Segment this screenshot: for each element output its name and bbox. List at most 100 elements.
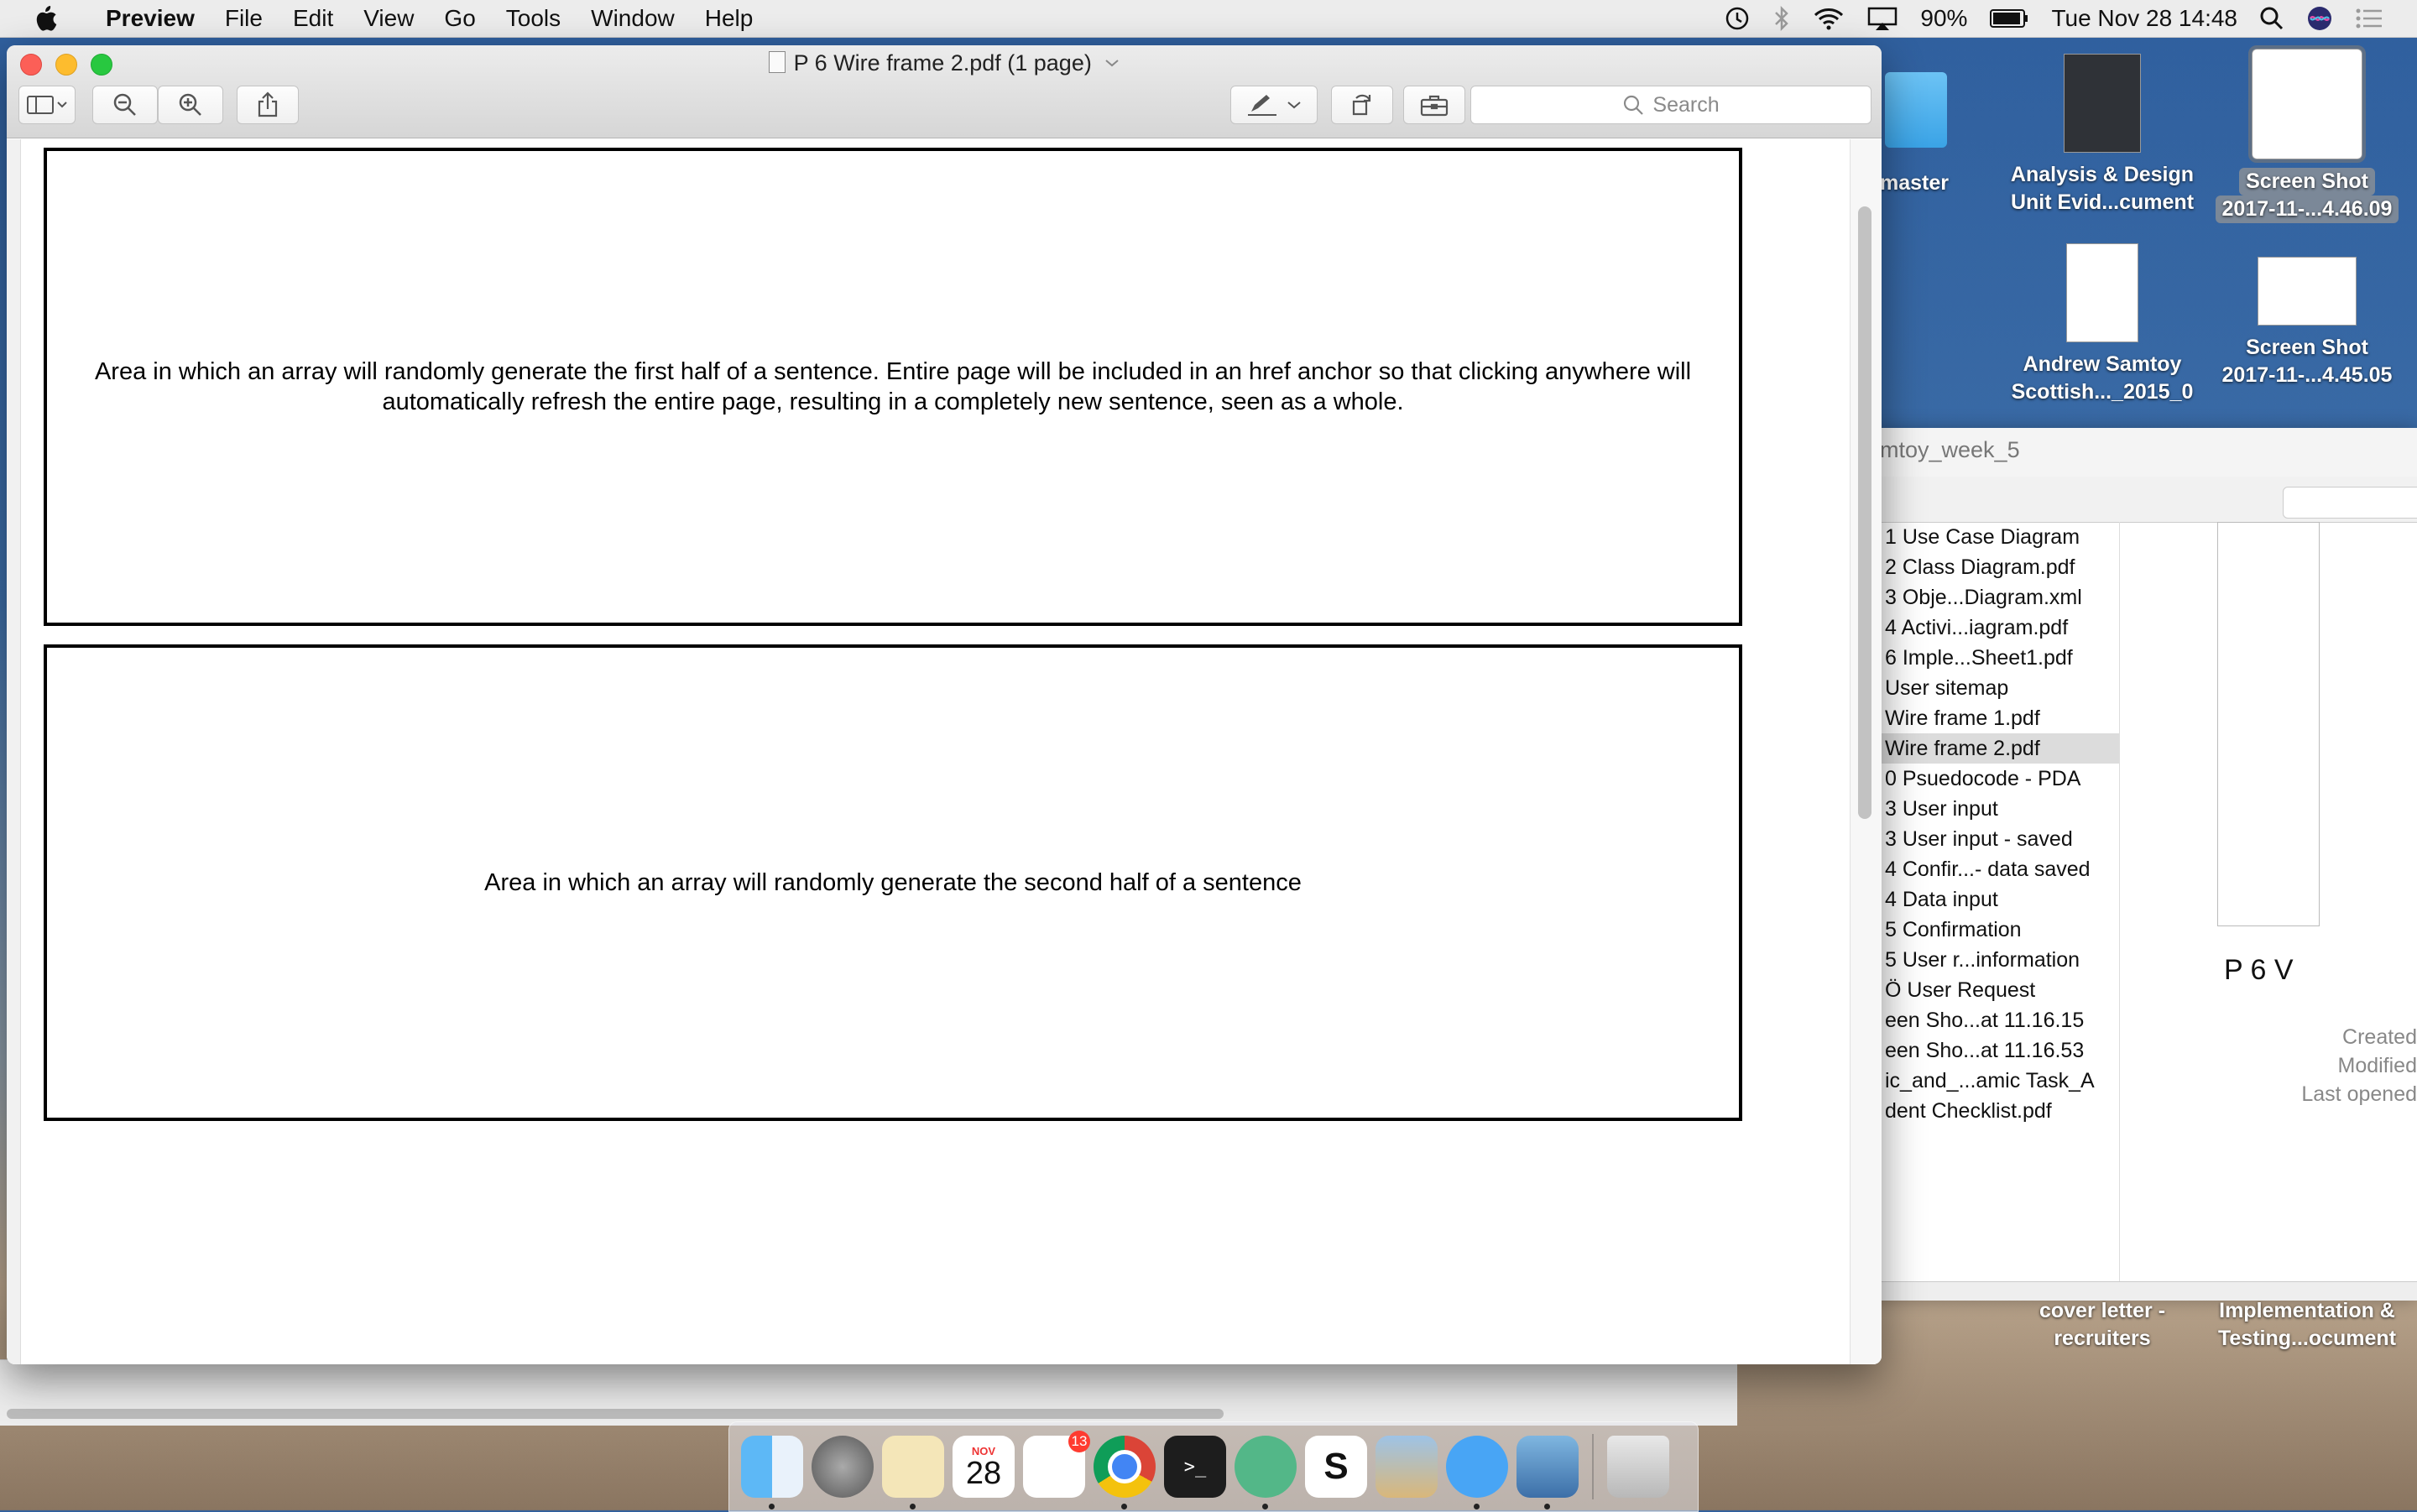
- trash-icon[interactable]: [1607, 1436, 1669, 1498]
- finder-file-row[interactable]: 4 Activi...iagram.pdf: [1846, 613, 2119, 643]
- finder-file-row[interactable]: 3 User input: [1846, 794, 2119, 824]
- terminal-icon[interactable]: >_: [1164, 1436, 1226, 1498]
- menu-go[interactable]: Go: [429, 5, 490, 32]
- document-view[interactable]: Area in which an array will randomly gen…: [7, 139, 1882, 1364]
- wireframe-box-top-text: Area in which an array will randomly gen…: [94, 358, 1692, 415]
- desktop-item-label: Unit Evid...cument: [2010, 190, 2195, 214]
- preview-app-icon[interactable]: [1516, 1436, 1579, 1509]
- finder-file-row[interactable]: 5 User r...information: [1846, 945, 2119, 975]
- finder-file-row[interactable]: Wire frame 1.pdf: [1846, 703, 2119, 733]
- finder-file-row[interactable]: 0 Psuedocode - PDA: [1846, 764, 2119, 794]
- desktop-item-andrew-samtoy[interactable]: Andrew Samtoy Scottish..._2015_0: [1997, 243, 2207, 406]
- markup-button[interactable]: [1230, 86, 1318, 124]
- finder-file-row[interactable]: 1 Use Case Diagram: [1846, 522, 2119, 552]
- chrome-icon[interactable]: [1094, 1436, 1156, 1509]
- messages-icon[interactable]: [1446, 1436, 1508, 1509]
- notification-center-icon[interactable]: [2355, 6, 2383, 31]
- finder-file-row[interactable]: 6 Imple...Sheet1.pdf: [1846, 643, 2119, 673]
- menu-file[interactable]: File: [210, 5, 278, 32]
- wifi-icon[interactable]: [1813, 6, 1845, 31]
- desktop-item-cover-letter[interactable]: cover letter - recruiters: [1997, 1297, 2207, 1353]
- finder-search-field[interactable]: [2283, 487, 2417, 519]
- chevron-down-icon: [1105, 60, 1119, 67]
- sidebar-icon: [27, 96, 67, 114]
- finder-file-row[interactable]: Wire frame 2.pdf: [1846, 733, 2119, 764]
- meta-modified: Modified: [2337, 1054, 2417, 1077]
- menu-view[interactable]: View: [348, 5, 429, 32]
- vertical-scrollbar-thumb[interactable]: [1858, 206, 1871, 819]
- horizontal-scrollbar[interactable]: [7, 1409, 1224, 1419]
- window-title[interactable]: P 6 Wire frame 2.pdf (1 page): [7, 50, 1882, 76]
- pages-icon[interactable]: [882, 1436, 944, 1509]
- spotlight-icon[interactable]: [2259, 6, 2284, 31]
- window-titlebar: P 6 Wire frame 2.pdf (1 page) Search: [7, 45, 1882, 138]
- search-placeholder: Search: [1652, 92, 1720, 117]
- desktop-item-label: Testing...ocument: [2217, 1327, 2397, 1350]
- search-icon: [1624, 95, 1644, 115]
- desktop-item-implementation[interactable]: Implementation & Testing...ocument: [2202, 1297, 2412, 1353]
- siri-icon[interactable]: [2306, 5, 2333, 32]
- app-menu-preview[interactable]: Preview: [91, 5, 210, 32]
- finder-file-row[interactable]: 2 Class Diagram.pdf: [1846, 552, 2119, 582]
- desktop-item-analysis-design[interactable]: Analysis & Design Unit Evid...cument: [1997, 54, 2207, 216]
- toolbox-button[interactable]: [1403, 86, 1465, 124]
- desktop-item-label: recruiters: [2054, 1327, 2151, 1350]
- desktop-item-master[interactable]: master: [1880, 169, 1955, 197]
- preview-window[interactable]: P 6 Wire frame 2.pdf (1 page) Search Are…: [7, 45, 1882, 1364]
- atom-icon[interactable]: [1235, 1436, 1297, 1509]
- menu-window[interactable]: Window: [576, 5, 690, 32]
- finder-toolbar: [1846, 477, 2417, 523]
- screenshot-thumbnail: [2248, 45, 2366, 163]
- calendar-icon[interactable]: NOV 28: [953, 1436, 1015, 1498]
- zoom-in-icon: [179, 93, 201, 116]
- finder-file-row[interactable]: ic_and_...amic Task_A: [1846, 1066, 2119, 1096]
- desktop-item-label: Analysis & Design: [2010, 163, 2195, 186]
- desktop-item-label: cover letter -: [2039, 1299, 2166, 1322]
- share-button[interactable]: [237, 86, 299, 124]
- sidebar-toggle-button[interactable]: [18, 86, 76, 124]
- pen-icon: [1248, 95, 1276, 116]
- left-border: [7, 139, 21, 1364]
- slack-icon[interactable]: S: [1305, 1436, 1367, 1498]
- finder-file-row[interactable]: User sitemap: [1846, 673, 2119, 703]
- search-field[interactable]: Search: [1470, 86, 1871, 124]
- desktop-item-screenshot-44505[interactable]: Screen Shot 2017-11-...4.45.05: [2202, 257, 2412, 389]
- battery-icon[interactable]: [1989, 8, 2029, 29]
- finder-icon[interactable]: [741, 1436, 803, 1509]
- finder-file-row[interactable]: een Sho...at 11.16.15: [1846, 1005, 2119, 1035]
- menu-tools[interactable]: Tools: [491, 5, 576, 32]
- finder-window-title: mtoy_week_5: [1846, 428, 2417, 477]
- finder-file-row[interactable]: 3 Obje...Diagram.xml: [1846, 582, 2119, 613]
- desktop-item-screenshot-44609[interactable]: Screen Shot 2017-11-...4.46.09: [2202, 45, 2412, 223]
- desktop-item-label: 2017-11-...4.45.05: [2221, 363, 2393, 387]
- desktop-folder-icon[interactable]: [1885, 72, 1947, 148]
- calendar-day: 28: [965, 1455, 1002, 1491]
- desktop-item-label: Scottish..._2015_0: [2011, 380, 2194, 404]
- finder-preview-pane: P 6 V Created Modified Last opened: [2132, 522, 2417, 1282]
- system-preferences-icon[interactable]: [812, 1436, 874, 1498]
- airplay-icon[interactable]: [1866, 6, 1898, 31]
- finder-window[interactable]: mtoy_week_5 1 Use Case Diagram 2 Class Di…: [1846, 428, 2417, 1301]
- background-window[interactable]: [0, 1359, 1737, 1426]
- time-machine-icon[interactable]: [1724, 5, 1751, 32]
- rotate-button[interactable]: [1331, 86, 1393, 124]
- preview-photos-icon[interactable]: [1376, 1436, 1438, 1498]
- menubar-clock[interactable]: Tue Nov 28 14:48: [2051, 5, 2237, 32]
- bluetooth-icon[interactable]: [1772, 5, 1791, 32]
- finder-file-row[interactable]: 5 Confirmation: [1846, 915, 2119, 945]
- finder-file-row[interactable]: 4 Data input: [1846, 884, 2119, 915]
- desktop-item-label: 2017-11-...4.46.09: [2215, 196, 2399, 223]
- menu-help[interactable]: Help: [690, 5, 769, 32]
- finder-file-row[interactable]: dent Checklist.pdf: [1846, 1096, 2119, 1126]
- zoom-out-button[interactable]: [92, 86, 158, 124]
- finder-file-row[interactable]: 3 User input - saved: [1846, 824, 2119, 854]
- zoom-in-button[interactable]: [158, 86, 223, 124]
- pdf-document-icon: [768, 51, 786, 73]
- finder-file-row[interactable]: een Sho...at 11.16.53: [1846, 1035, 2119, 1066]
- reminders-icon[interactable]: 13: [1023, 1431, 1090, 1498]
- finder-file-row[interactable]: 4 Confir...- data saved: [1846, 854, 2119, 884]
- desktop-item-label: Andrew Samtoy: [2023, 352, 2182, 376]
- menu-edit[interactable]: Edit: [278, 5, 348, 32]
- apple-menu-icon[interactable]: [0, 4, 91, 33]
- finder-file-row[interactable]: Ö User Request: [1846, 975, 2119, 1005]
